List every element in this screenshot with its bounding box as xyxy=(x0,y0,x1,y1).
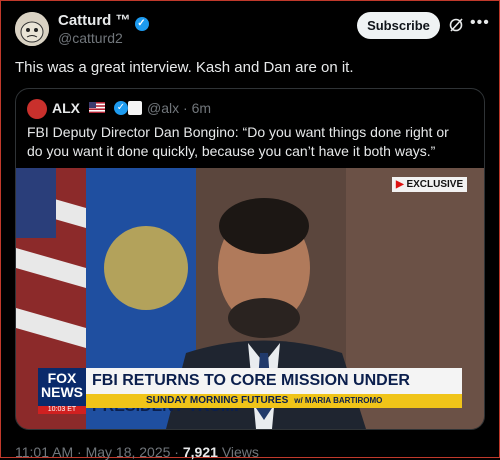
quoted-handle[interactable]: @alx · 6m xyxy=(147,100,211,116)
author-handle[interactable]: @catturd2 xyxy=(58,30,123,46)
affiliate-badge-icon xyxy=(128,101,142,115)
quoted-text: FBI Deputy Director Dan Bongino: “Do you… xyxy=(27,124,449,159)
show-name-bar: SUNDAY MORNING FUTURES w/ MARIA BARTIROMO xyxy=(86,394,462,408)
grok-icon[interactable] xyxy=(448,17,464,33)
quoted-author-name[interactable]: ALX xyxy=(52,100,80,116)
quoted-verified-icon: ✓ xyxy=(114,101,128,115)
broadcast-clock: 10:03 ET xyxy=(38,406,86,414)
author-name[interactable]: Catturd ™ ✓ xyxy=(58,12,149,31)
more-icon[interactable]: ••• xyxy=(470,14,490,32)
author-avatar[interactable] xyxy=(15,12,49,46)
verified-badge-icon: ✓ xyxy=(134,17,149,31)
quoted-tweet[interactable]: ALX ✓ @alx · 6m FBI Deputy Director Dan … xyxy=(15,88,485,430)
exclusive-badge: EXCLUSIVE xyxy=(392,177,468,192)
tweet-text: This was a great interview. Kash and Dan… xyxy=(15,59,354,76)
video-player[interactable]: EXCLUSIVE FOX NEWS 10:03 ET FBI RETURNS … xyxy=(16,168,484,429)
quoted-avatar[interactable] xyxy=(27,99,47,119)
news-lower-third: FOX NEWS 10:03 ET FBI RETURNS TO CORE MI… xyxy=(38,368,462,415)
us-flag-icon xyxy=(89,102,105,113)
chyron-headline: FBI RETURNS TO CORE MISSION UNDER PRESID… xyxy=(86,368,462,415)
subscribe-button[interactable]: Subscribe xyxy=(357,12,440,39)
